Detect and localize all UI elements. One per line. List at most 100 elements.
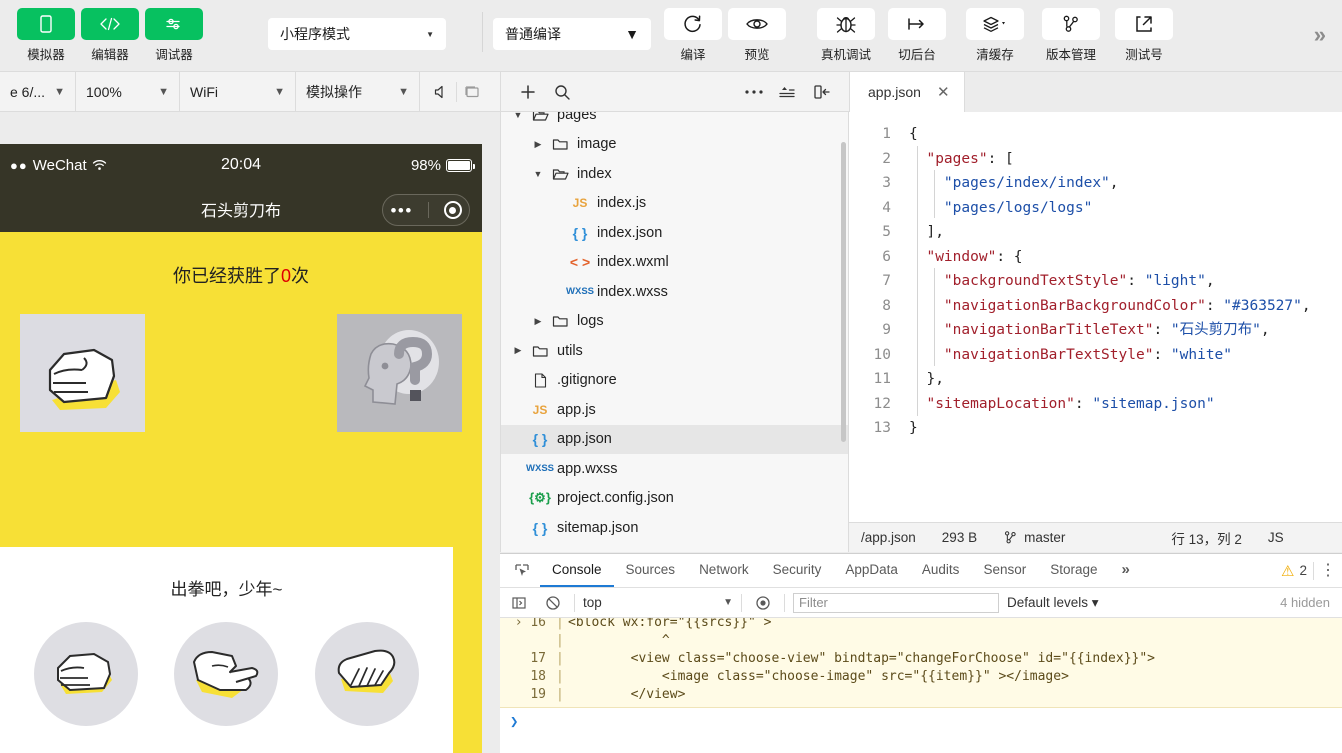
tree-item-sitemap-json[interactable]: { } sitemap.json (501, 513, 848, 543)
wechat-capsule-button[interactable]: ••• (382, 194, 470, 226)
close-circle-icon[interactable] (443, 201, 462, 219)
console-prompt[interactable]: ❯ (500, 708, 1342, 736)
toolbar-version-button[interactable]: 版本管理 (1035, 8, 1107, 63)
code-line[interactable]: "pages/index/index", (909, 171, 1342, 196)
devtools-tab-console[interactable]: Console (540, 554, 614, 587)
code-line[interactable]: { (909, 122, 1342, 147)
close-icon[interactable]: ✕ (937, 83, 950, 101)
console-line-number: 17 (530, 651, 546, 666)
code-line[interactable]: "sitemapLocation": "sitemap.json" (909, 392, 1342, 417)
compile-mode-select[interactable]: 小程序模式 ▼ (268, 18, 446, 50)
capsule-divider (427, 202, 429, 218)
console-warning-entry[interactable]: › 16 | <block wx:for="{{srcs}}" > | ^ 17 | <v… (500, 618, 1342, 708)
toolbar-compile-button[interactable]: 编译 (661, 8, 725, 63)
tree-item-index[interactable]: ▼ index (501, 159, 848, 189)
toolbar-background-button[interactable]: 切后台 (885, 8, 949, 63)
code-line[interactable]: "navigationBarTitleText": "石头剪刀布", (909, 318, 1342, 343)
toolbar-overflow-button[interactable]: » (1314, 8, 1326, 48)
console-context-select[interactable]: top ▼ (583, 595, 733, 610)
zoom-select[interactable]: 100% ▼ (76, 72, 180, 111)
code-line[interactable]: ], (909, 220, 1342, 245)
toolbar-clear-cache-label: 清缓存 (976, 48, 1014, 62)
line-number: 7 (882, 273, 891, 289)
status-cursor-position: 行 13，列 2 (1171, 531, 1242, 547)
tree-item-project-config-json[interactable]: {⚙} project.config.json (501, 484, 848, 514)
chevron-right-icon[interactable]: ▶ (529, 139, 547, 150)
code-line[interactable]: "pages": [ (909, 147, 1342, 172)
toolbar-preview-button[interactable]: 预览 (725, 8, 789, 63)
more-icon[interactable]: ••• (390, 202, 412, 219)
code-line[interactable]: "window": { (909, 245, 1342, 270)
compile-target-select[interactable]: 普通编译 ▼ (493, 18, 651, 50)
rotate-screen-icon[interactable] (457, 77, 487, 107)
devtools-tab-audits[interactable]: Audits (910, 554, 972, 587)
more-icon[interactable] (737, 77, 771, 107)
panel-toggle-icon[interactable] (805, 77, 839, 107)
devtools-tab-sources[interactable]: Sources (614, 554, 688, 587)
tree-item-logs[interactable]: ▶ logs (501, 307, 848, 337)
tree-item-utils[interactable]: ▶ utils (501, 336, 848, 366)
toolbar-clear-cache-button[interactable]: 清缓存 (961, 8, 1029, 63)
console-output[interactable]: › 16 | <block wx:for="{{srcs}}" > | ^ 17 | <v… (500, 618, 1342, 753)
status-language[interactable]: JS (1268, 530, 1284, 545)
secondary-bar: e 6/... ▼ 100% ▼ WiFi ▼ 模拟操作 ▼ app.json … (0, 72, 1342, 112)
collapse-icon[interactable] (771, 77, 805, 107)
warning-badge[interactable]: ⚠ 2 (1281, 562, 1307, 580)
toolbar-test-account-button[interactable]: 测试号 (1113, 8, 1175, 63)
code-line[interactable]: "backgroundTextStyle": "light", (909, 269, 1342, 294)
code-line[interactable]: "pages/logs/logs" (909, 196, 1342, 221)
devtools-tab-sensor[interactable]: Sensor (971, 554, 1038, 587)
status-branch[interactable]: master (1003, 530, 1065, 545)
indent-guide (934, 268, 935, 366)
toolbar-simulator-button[interactable]: 模拟器 (14, 8, 78, 63)
tree-item-index-json[interactable]: { } index.json (501, 218, 848, 248)
tree-item-image[interactable]: ▶ image (501, 130, 848, 160)
file-tree-scrollbar[interactable] (841, 142, 846, 442)
volume-icon[interactable] (426, 77, 456, 107)
tree-item-gitignore[interactable]: .gitignore (501, 366, 848, 396)
devtools-menu-icon[interactable]: ⋮ (1320, 562, 1336, 578)
code-line[interactable]: "navigationBarTextStyle": "white" (909, 343, 1342, 368)
search-icon[interactable] (545, 77, 579, 107)
devtools-tab-network[interactable]: Network (687, 554, 761, 587)
devtools-tab-storage[interactable]: Storage (1038, 554, 1109, 587)
inspect-element-icon[interactable] (504, 554, 540, 587)
network-select[interactable]: WiFi ▼ (180, 72, 296, 111)
toolbar-debugger-button[interactable]: 调试器 (142, 8, 206, 63)
clear-console-icon[interactable] (540, 591, 566, 615)
tree-item-index-wxml[interactable]: < > index.wxml (501, 248, 848, 278)
code-line[interactable]: }, (909, 367, 1342, 392)
editor-tab-app-json[interactable]: app.json ✕ (850, 72, 965, 112)
devtools-tab-security[interactable]: Security (761, 554, 834, 587)
code-editor[interactable]: 1 2 3 4 5 6 7 8 9 10 11 12 13 { "pages": [ "pages/in… (849, 112, 1342, 522)
choice-rock-button[interactable] (34, 622, 139, 726)
devtools-tab-overflow[interactable]: » (1110, 554, 1142, 587)
chevron-down-icon[interactable]: ▼ (529, 169, 547, 179)
choice-scissors-button[interactable] (174, 622, 279, 726)
chevron-down-icon[interactable]: ▼ (509, 112, 527, 120)
code-line[interactable]: "navigationBarBackgroundColor": "#363527… (909, 294, 1342, 319)
file-tree-panel[interactable]: ▼ pages ▶ image ▼ index JS index.js { } index.jso… (500, 112, 849, 552)
console-levels-select[interactable]: Default levels ▾ (1007, 595, 1099, 611)
tree-item-pages[interactable]: ▼ pages (501, 112, 848, 130)
console-settings-icon[interactable] (750, 591, 776, 615)
tree-item-index-js[interactable]: JS index.js (501, 189, 848, 219)
devtools-tab-appdata[interactable]: AppData (833, 554, 910, 587)
chevron-right-icon[interactable]: ▶ (509, 345, 527, 356)
choice-paper-button[interactable] (314, 622, 419, 726)
sidebar-toggle-icon[interactable] (506, 591, 532, 615)
console-filter-input[interactable]: Filter (793, 592, 999, 613)
code-content[interactable]: { "pages": [ "pages/index/index", "pages… (901, 112, 1342, 522)
tree-item-app-json[interactable]: { } app.json (501, 424, 848, 454)
tree-item-index-wxss[interactable]: WXSS index.wxss (501, 277, 848, 307)
tree-item-app-wxss[interactable]: WXSS app.wxss (501, 454, 848, 484)
simulate-action-select[interactable]: 模拟操作 ▼ (296, 72, 420, 111)
tree-item-app-js[interactable]: JS app.js (501, 395, 848, 425)
toolbar-remote-debug-button[interactable]: 真机调试 (807, 8, 885, 63)
phone-frame: ●● WeChat 20:04 98% 石头剪刀布 ••• 你已经获胜了0次 出… (0, 144, 482, 753)
chevron-right-icon[interactable]: ▶ (529, 316, 547, 327)
toolbar-editor-button[interactable]: 编辑器 (78, 8, 142, 63)
code-line[interactable]: } (909, 416, 1342, 441)
add-icon[interactable] (511, 77, 545, 107)
device-select[interactable]: e 6/... ▼ (0, 72, 76, 111)
